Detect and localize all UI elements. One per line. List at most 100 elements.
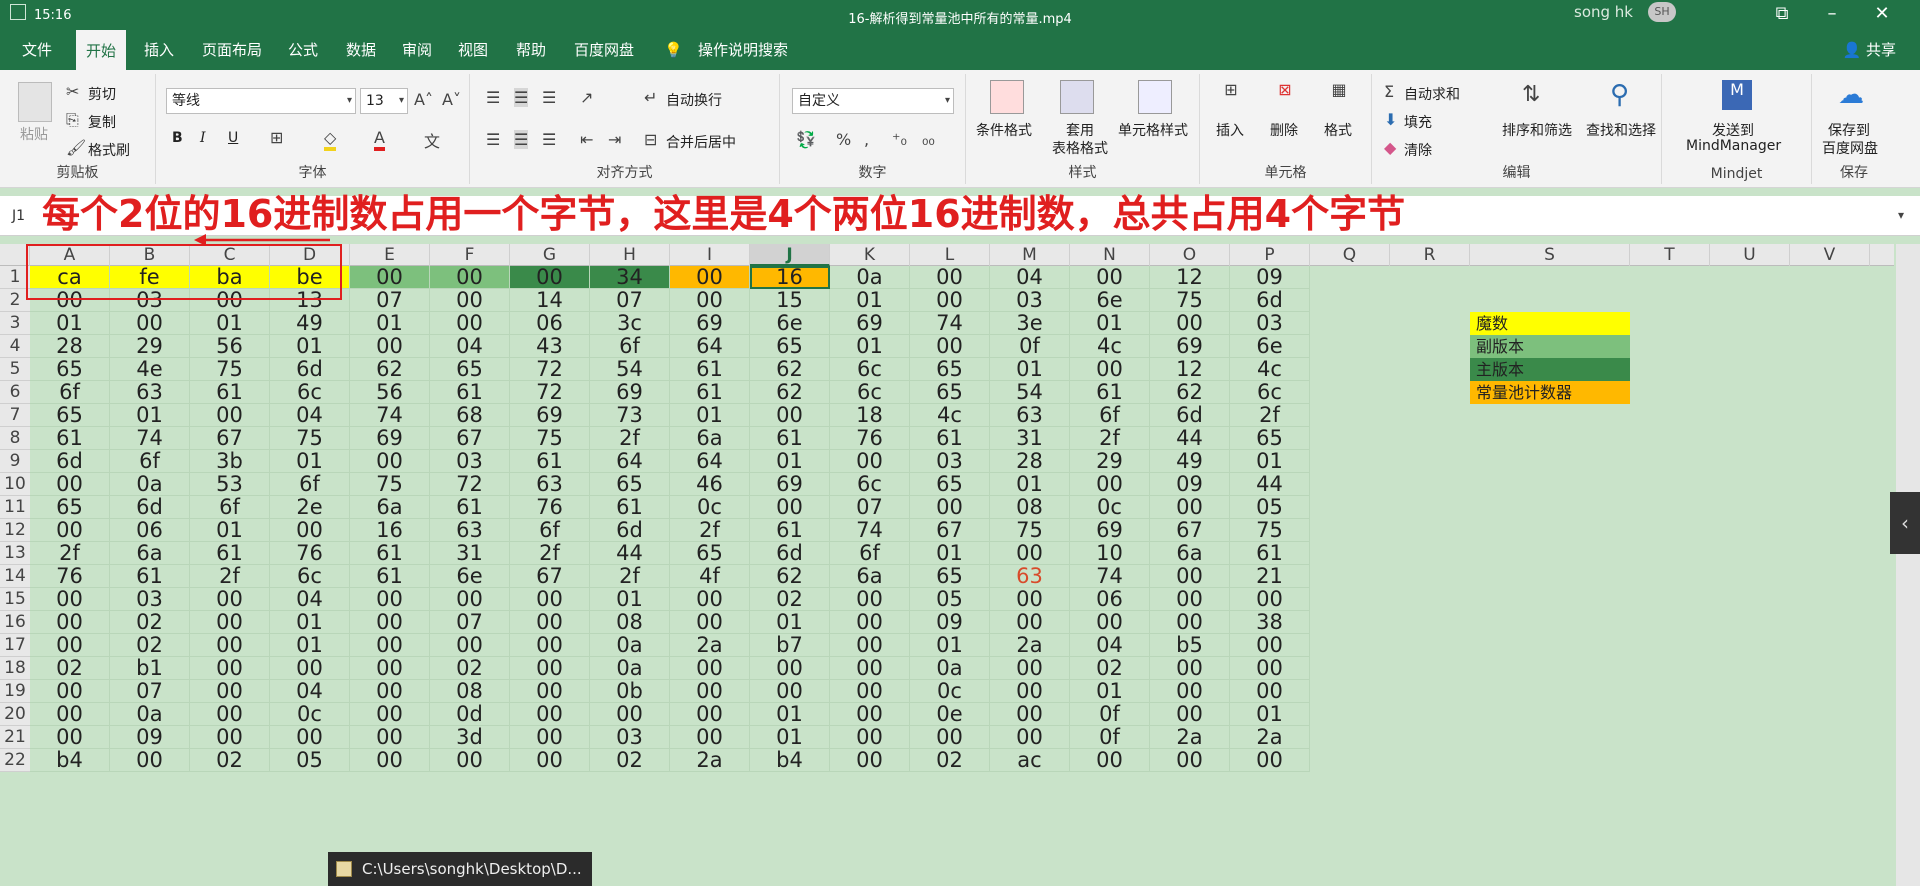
cell-m20[interactable]: 00 bbox=[990, 703, 1070, 726]
cell-g5[interactable]: 72 bbox=[510, 358, 590, 381]
cell-p4[interactable]: 6e bbox=[1230, 335, 1310, 358]
cell-i17[interactable]: 2a bbox=[670, 634, 750, 657]
cell-e1[interactable]: 00 bbox=[350, 266, 430, 289]
cell-d7[interactable]: 04 bbox=[270, 404, 350, 427]
column-header-i[interactable]: I bbox=[670, 244, 750, 266]
vertical-scrollbar[interactable] bbox=[1896, 244, 1920, 886]
cell-b4[interactable]: 29 bbox=[110, 335, 190, 358]
cell-p13[interactable]: 61 bbox=[1230, 542, 1310, 565]
cell-h20[interactable]: 00 bbox=[590, 703, 670, 726]
cell-m18[interactable]: 00 bbox=[990, 657, 1070, 680]
font-name-select[interactable]: 等线 ▾ bbox=[166, 88, 356, 114]
cell-k22[interactable]: 00 bbox=[830, 749, 910, 772]
fill-color-icon[interactable]: ◇ bbox=[324, 128, 337, 151]
column-header-e[interactable]: E bbox=[350, 244, 430, 266]
row-header[interactable]: 22 bbox=[0, 749, 30, 772]
cell-a10[interactable]: 00 bbox=[30, 473, 110, 496]
cell-j5[interactable]: 62 bbox=[750, 358, 830, 381]
cell-b5[interactable]: 4e bbox=[110, 358, 190, 381]
cell-i14[interactable]: 4f bbox=[670, 565, 750, 588]
row-header[interactable]: 21 bbox=[0, 726, 30, 749]
cell-b8[interactable]: 74 bbox=[110, 427, 190, 450]
cell-o8[interactable]: 44 bbox=[1150, 427, 1230, 450]
cell-e2[interactable]: 07 bbox=[350, 289, 430, 312]
share-button[interactable]: 👤 共享 bbox=[1843, 30, 1896, 70]
cell-i7[interactable]: 01 bbox=[670, 404, 750, 427]
row-header[interactable]: 15 bbox=[0, 588, 30, 611]
cell-a20[interactable]: 00 bbox=[30, 703, 110, 726]
cell-e10[interactable]: 75 bbox=[350, 473, 430, 496]
cell-h16[interactable]: 08 bbox=[590, 611, 670, 634]
send-to-mindmanager-button[interactable]: MindManager bbox=[1686, 138, 1781, 154]
cell-a11[interactable]: 65 bbox=[30, 496, 110, 519]
cell-c13[interactable]: 61 bbox=[190, 542, 270, 565]
format-cells-button[interactable]: 格式 bbox=[1324, 120, 1352, 140]
column-header-n[interactable]: N bbox=[1070, 244, 1150, 266]
cell-n13[interactable]: 10 bbox=[1070, 542, 1150, 565]
cell-g20[interactable]: 00 bbox=[510, 703, 590, 726]
cell-k1[interactable]: 0a bbox=[830, 266, 910, 289]
cell-g22[interactable]: 00 bbox=[510, 749, 590, 772]
cell-e6[interactable]: 56 bbox=[350, 381, 430, 404]
cell-l15[interactable]: 05 bbox=[910, 588, 990, 611]
cell-e11[interactable]: 6a bbox=[350, 496, 430, 519]
cell-p8[interactable]: 65 bbox=[1230, 427, 1310, 450]
cell-c16[interactable]: 00 bbox=[190, 611, 270, 634]
cell-m2[interactable]: 03 bbox=[990, 289, 1070, 312]
underline-button[interactable]: U bbox=[228, 130, 238, 146]
cell-c10[interactable]: 53 bbox=[190, 473, 270, 496]
cell-f13[interactable]: 31 bbox=[430, 542, 510, 565]
cell-l4[interactable]: 00 bbox=[910, 335, 990, 358]
row-header[interactable]: 11 bbox=[0, 496, 30, 519]
cell-c3[interactable]: 01 bbox=[190, 312, 270, 335]
cell-i15[interactable]: 00 bbox=[670, 588, 750, 611]
cell-d3[interactable]: 49 bbox=[270, 312, 350, 335]
minimize-icon[interactable]: – bbox=[1814, 2, 1850, 28]
cell-n9[interactable]: 29 bbox=[1070, 450, 1150, 473]
cell-i1[interactable]: 00 bbox=[670, 266, 750, 289]
wrap-text-button[interactable]: 自动换行 bbox=[666, 90, 722, 110]
row-header[interactable]: 16 bbox=[0, 611, 30, 634]
cell-e22[interactable]: 00 bbox=[350, 749, 430, 772]
menu-baidu-netdisk[interactable]: 百度网盘 bbox=[574, 30, 634, 70]
cell-k12[interactable]: 74 bbox=[830, 519, 910, 542]
fill-button[interactable]: 填充 bbox=[1404, 112, 1432, 132]
cell-j8[interactable]: 61 bbox=[750, 427, 830, 450]
cell-g12[interactable]: 6f bbox=[510, 519, 590, 542]
expand-formula-icon[interactable]: ▾ bbox=[1898, 208, 1904, 222]
cell-e16[interactable]: 00 bbox=[350, 611, 430, 634]
cell-k7[interactable]: 18 bbox=[830, 404, 910, 427]
cell-k3[interactable]: 69 bbox=[830, 312, 910, 335]
cell-l19[interactable]: 0c bbox=[910, 680, 990, 703]
cell-j6[interactable]: 62 bbox=[750, 381, 830, 404]
cell-l2[interactable]: 00 bbox=[910, 289, 990, 312]
cell-g1[interactable]: 00 bbox=[510, 266, 590, 289]
menu-file[interactable]: 文件 bbox=[22, 30, 52, 70]
cell-b16[interactable]: 02 bbox=[110, 611, 190, 634]
ribbon-display-icon[interactable]: ⧉ bbox=[1764, 2, 1800, 28]
cell-l17[interactable]: 01 bbox=[910, 634, 990, 657]
currency-icon[interactable]: 💱 bbox=[796, 130, 816, 149]
cell-l7[interactable]: 4c bbox=[910, 404, 990, 427]
menu-view[interactable]: 视图 bbox=[458, 30, 488, 70]
cell-d17[interactable]: 01 bbox=[270, 634, 350, 657]
paste-button[interactable]: 粘贴 bbox=[20, 124, 48, 144]
cell-m8[interactable]: 31 bbox=[990, 427, 1070, 450]
cell-j2[interactable]: 15 bbox=[750, 289, 830, 312]
find-select-button[interactable]: 查找和选择 bbox=[1586, 120, 1656, 140]
legend-item[interactable]: 主版本 bbox=[1470, 358, 1630, 381]
cell-e18[interactable]: 00 bbox=[350, 657, 430, 680]
row-header[interactable]: 14 bbox=[0, 565, 30, 588]
merge-center-button[interactable]: 合并后居中 bbox=[666, 132, 736, 152]
cell-c17[interactable]: 00 bbox=[190, 634, 270, 657]
legend-item[interactable]: 常量池计数器 bbox=[1470, 381, 1630, 404]
cell-l16[interactable]: 09 bbox=[910, 611, 990, 634]
save-to-baidu-button[interactable]: 百度网盘 bbox=[1822, 138, 1878, 158]
cell-o19[interactable]: 00 bbox=[1150, 680, 1230, 703]
cell-b14[interactable]: 61 bbox=[110, 565, 190, 588]
cell-j16[interactable]: 01 bbox=[750, 611, 830, 634]
cell-o17[interactable]: b5 bbox=[1150, 634, 1230, 657]
cell-n21[interactable]: 0f bbox=[1070, 726, 1150, 749]
cell-i9[interactable]: 64 bbox=[670, 450, 750, 473]
cell-i20[interactable]: 00 bbox=[670, 703, 750, 726]
